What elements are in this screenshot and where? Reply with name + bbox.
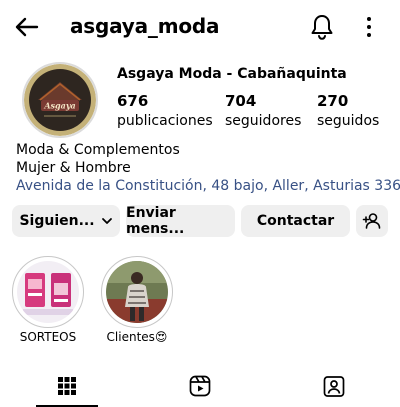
stat-following-label: seguidos (317, 113, 380, 129)
reels-icon (189, 375, 210, 397)
suggested-users-button[interactable] (356, 205, 388, 237)
contact-button-label: Contactar (256, 213, 335, 229)
asgaya-logo: Asgaya (24, 64, 96, 136)
bio-address-link[interactable]: Avenida de la Constitución, 48 bajo, All… (16, 177, 400, 195)
add-person-icon (362, 213, 381, 229)
bio-line-1: Moda & Complementos (16, 142, 180, 158)
grid-icon (57, 377, 76, 395)
bio-line-2: Mujer & Hombre (16, 160, 131, 176)
more-options-button[interactable] (360, 14, 378, 40)
back-button[interactable] (14, 14, 40, 40)
stat-followers[interactable]: 704 seguidores (225, 92, 301, 129)
following-button[interactable]: Siguien... (12, 205, 120, 237)
stat-following[interactable]: 270 seguidos (317, 92, 379, 129)
vertical-dots-icon (367, 17, 371, 37)
message-button[interactable]: Enviar mens... (126, 205, 235, 237)
profile-bio: Moda & Complementos Mujer & Hombre Aveni… (16, 141, 400, 195)
stat-posts-count: 676 (117, 92, 149, 110)
message-button-label: Enviar mens... (126, 205, 185, 237)
profile-display-name: Asgaya Moda - Cabañaquinta (117, 66, 347, 82)
chevron-down-icon (101, 218, 112, 224)
profile-tab-bar (0, 366, 400, 407)
tagged-person-icon (323, 376, 344, 397)
highlight-clientes-label: Clientes😍 (106, 330, 168, 344)
stat-followers-label: seguidores (225, 113, 302, 129)
highlight-ring (101, 256, 173, 328)
stat-followers-count: 704 (225, 92, 257, 110)
stat-posts-label: publicaciones (117, 113, 213, 129)
tab-tagged[interactable] (267, 366, 400, 406)
highlight-ring (12, 256, 84, 328)
contact-button[interactable]: Contactar (241, 205, 350, 237)
following-button-label: Siguien... (19, 213, 95, 229)
highlight-sorteos[interactable]: SORTEOS (12, 256, 84, 344)
profile-avatar[interactable]: Asgaya (22, 62, 98, 138)
tab-grid[interactable] (0, 366, 133, 406)
tab-reels[interactable] (133, 366, 266, 406)
highlight-clientes[interactable]: Clientes😍 (101, 256, 173, 344)
top-bar: asgaya_moda (0, 0, 400, 54)
bell-icon (311, 15, 333, 40)
avatar-logo-text: Asgaya (43, 101, 75, 111)
notifications-button[interactable] (309, 13, 335, 41)
highlight-clientes-cover (106, 261, 168, 323)
highlight-sorteos-cover (17, 261, 79, 323)
highlight-sorteos-label: SORTEOS (19, 330, 77, 344)
stat-posts[interactable]: 676 publicaciones (117, 92, 213, 129)
stat-following-count: 270 (317, 92, 349, 110)
arrow-left-icon (15, 17, 39, 37)
profile-username: asgaya_moda (70, 14, 220, 38)
